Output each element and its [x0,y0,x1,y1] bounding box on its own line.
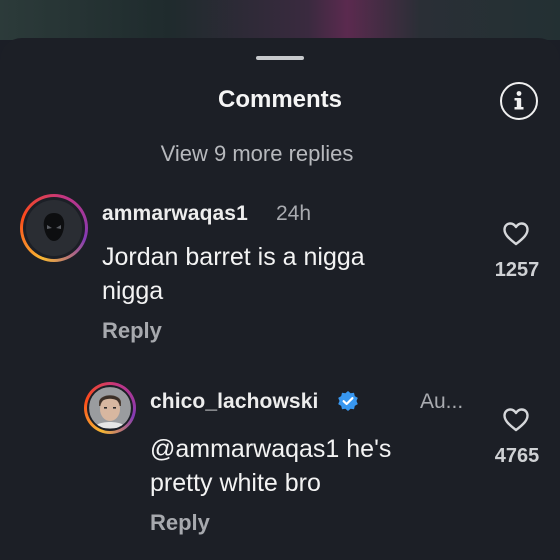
comment-text-line-1: Jordan barret is a nigga [102,243,365,271]
comment-timestamp: 24h [276,202,312,225]
like-count: 4765 [494,445,540,467]
drag-handle[interactable] [256,56,304,60]
masked-figure-avatar-icon [26,200,82,256]
comment-text-line-2: nigga [102,277,164,305]
info-glyph [514,91,524,110]
video-backdrop [0,0,560,40]
reply-timestamp: Au... [420,390,464,413]
like-count: 1257 [494,259,540,281]
reply-button[interactable]: Reply [150,510,210,536]
reply-button[interactable]: Reply [102,318,162,344]
reply-text-line-2: pretty white bro [150,469,321,497]
comment-username[interactable]: ammarwaqas1 [102,202,248,226]
heart-icon[interactable] [502,221,530,247]
view-more-replies-link[interactable]: View 9 more replies [0,141,514,167]
reply-text-line-1: @ammarwaqas1 he's [150,435,392,463]
reply-username[interactable]: chico_lachowski [150,390,318,414]
sheet-title: Comments [217,86,343,113]
avatar[interactable] [20,194,88,262]
man-portrait-avatar-icon [89,387,131,429]
verified-badge-icon [338,391,358,411]
info-icon[interactable] [500,82,538,120]
avatar[interactable] [84,382,136,434]
heart-icon[interactable] [502,407,530,433]
